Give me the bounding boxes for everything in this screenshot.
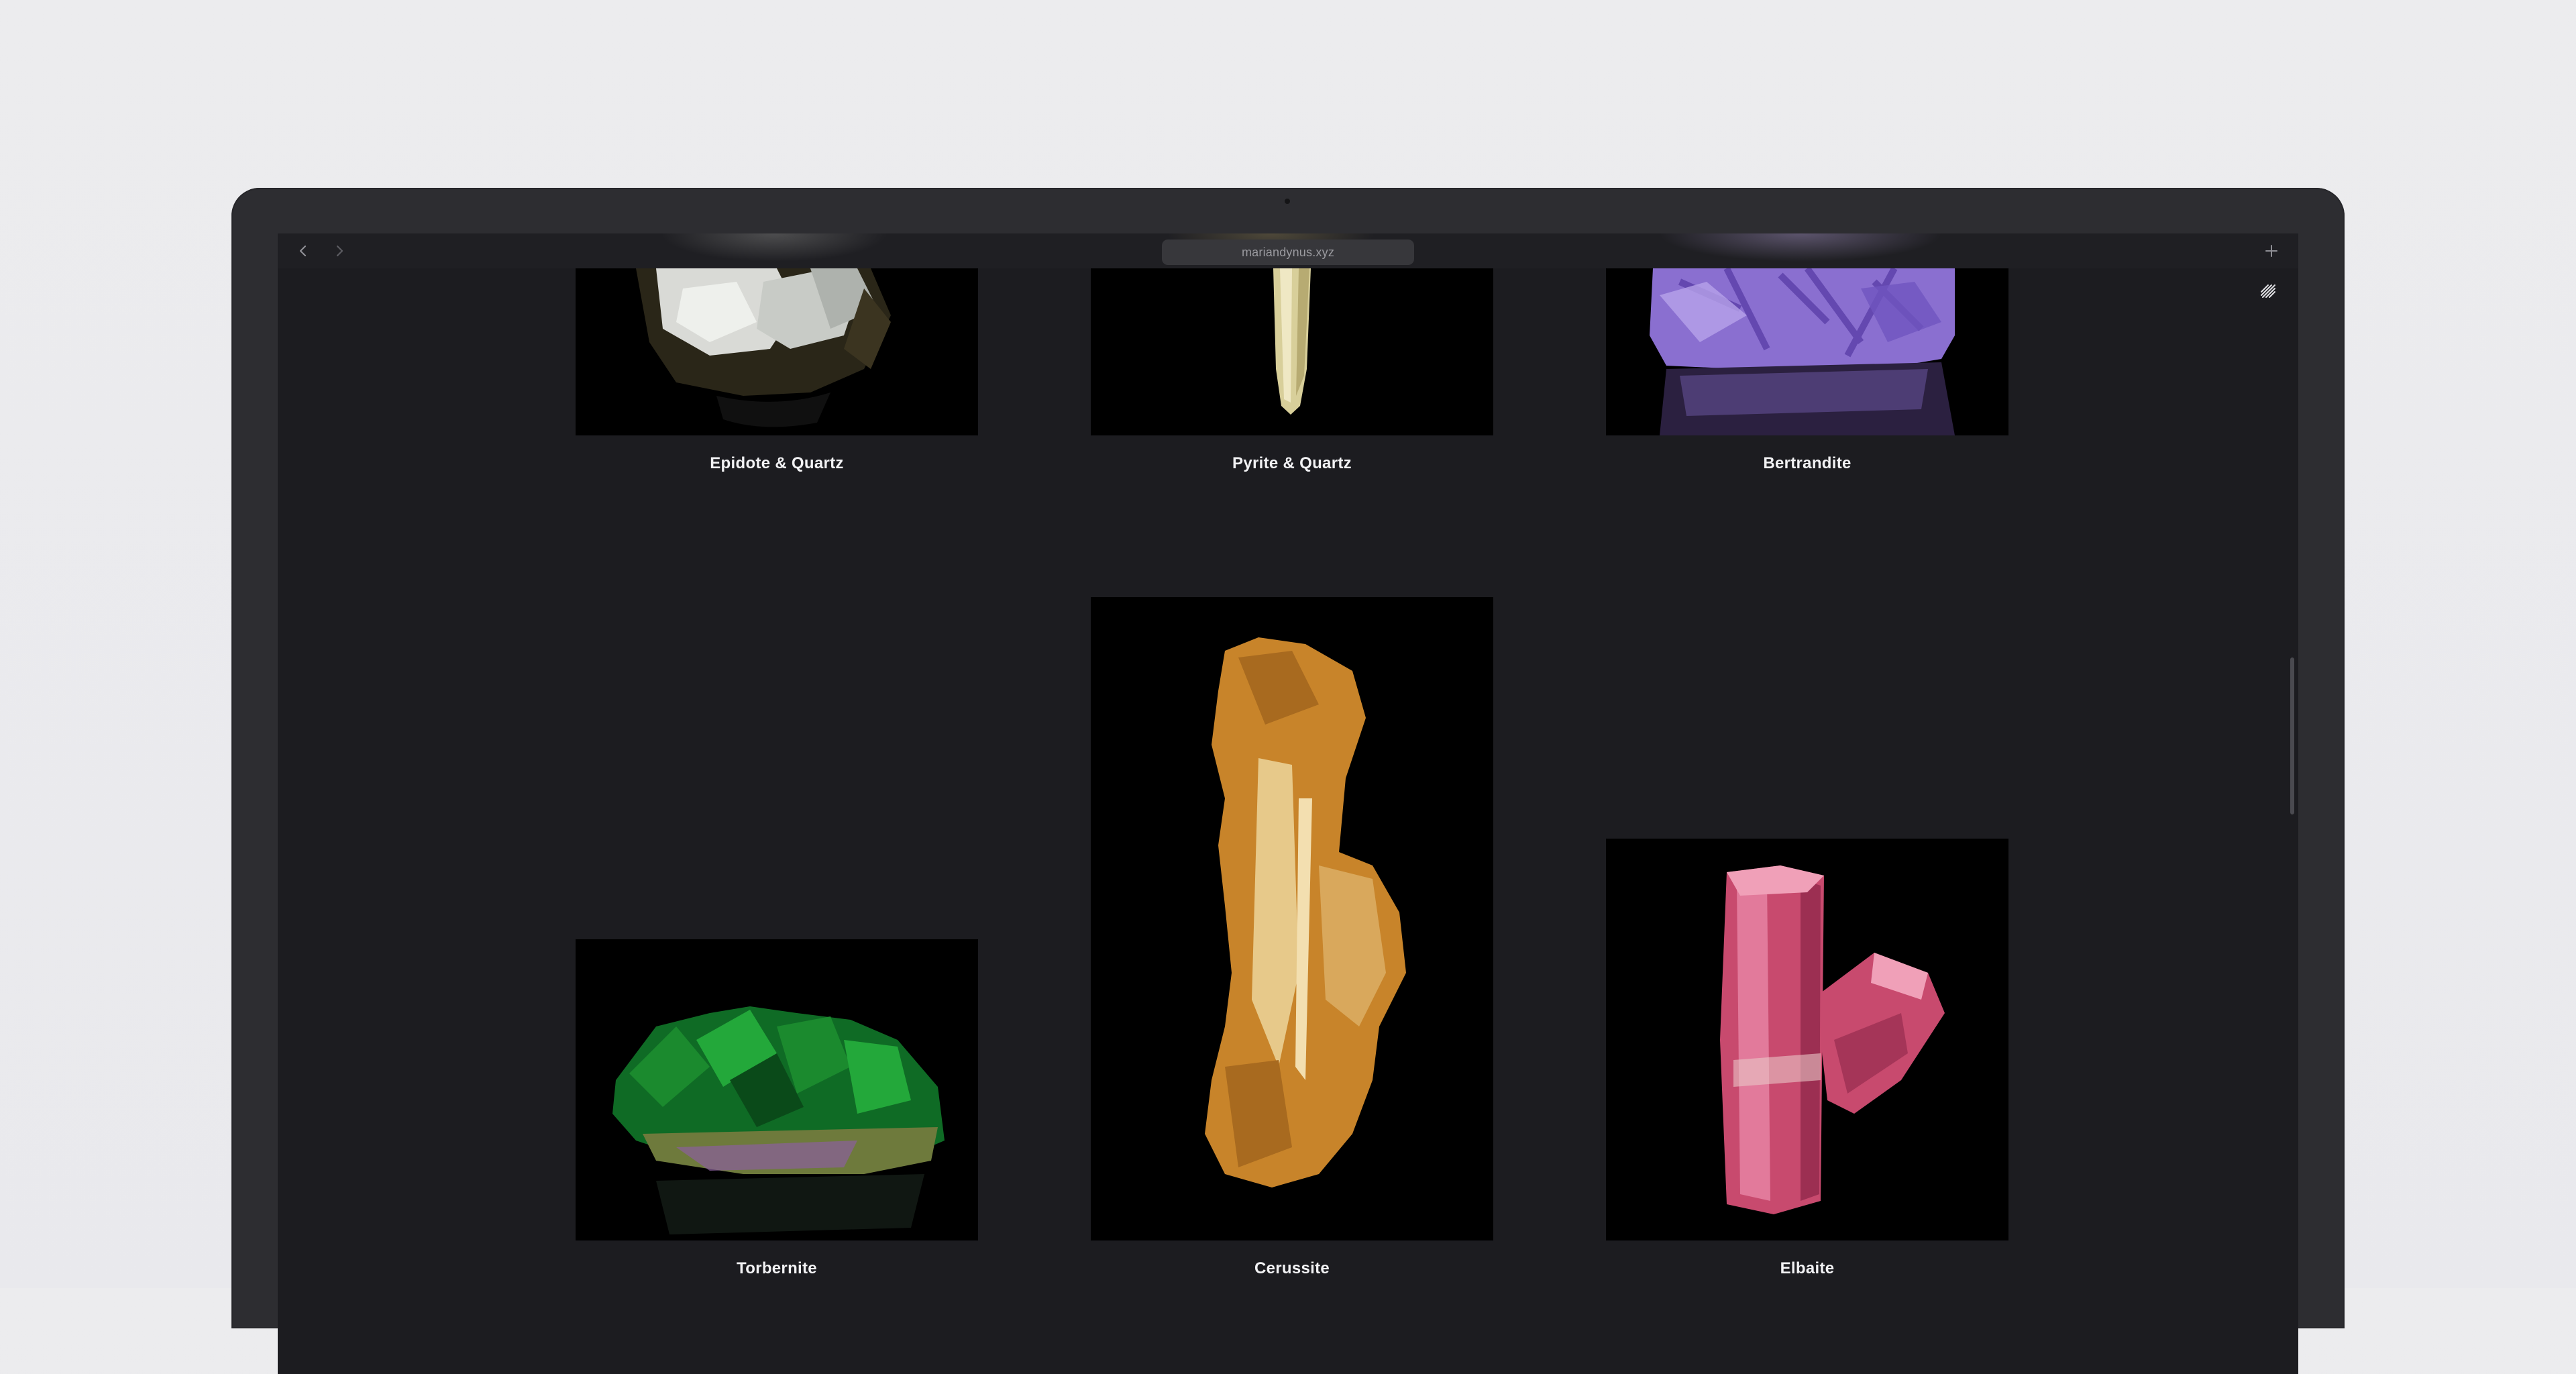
mineral-card-bertrandite[interactable]: Bertrandite	[1606, 268, 2008, 490]
address-bar[interactable]: mariandynus.xyz	[1162, 240, 1414, 265]
mineral-photo	[576, 268, 978, 435]
forward-button[interactable]	[329, 240, 350, 262]
mineral-card-pyrite-quartz[interactable]: Pyrite & Quartz	[1091, 268, 1493, 490]
gallery-page: Epidote & Quartz Pyrite & Quartz Bertran…	[278, 268, 2298, 1374]
mineral-name: Bertrandite	[1763, 454, 1851, 472]
mineral-card-elbaite[interactable]: Elbaite	[1606, 839, 2008, 1288]
striped-menu-icon	[2261, 284, 2275, 298]
browser-window: mariandynus.xyz Epidote & Quartz Pyrite …	[278, 233, 2298, 1374]
camera-dot	[1285, 199, 1290, 204]
mineral-name: Cerussite	[1254, 1259, 1330, 1277]
mineral-name: Torbernite	[737, 1259, 817, 1277]
mineral-photo	[1091, 597, 1493, 1240]
scrollbar-thumb[interactable]	[2290, 657, 2294, 814]
mineral-card-torbernite[interactable]: Torbernite	[576, 939, 978, 1288]
back-button[interactable]	[292, 240, 314, 262]
mineral-card-epidote-quartz[interactable]: Epidote & Quartz	[576, 268, 978, 490]
browser-toolbar: mariandynus.xyz	[278, 233, 2298, 268]
new-tab-button[interactable]	[2261, 240, 2282, 262]
address-text: mariandynus.xyz	[1241, 245, 1335, 259]
mineral-photo	[576, 939, 978, 1240]
mineral-photo	[1606, 839, 2008, 1240]
chevron-right-icon	[336, 245, 343, 257]
mineral-card-cerussite[interactable]: Cerussite	[1091, 597, 1493, 1288]
mineral-name: Elbaite	[1780, 1259, 1835, 1277]
mineral-name: Pyrite & Quartz	[1232, 454, 1352, 472]
mineral-photo	[1606, 268, 2008, 435]
chevron-left-icon	[299, 245, 307, 257]
mineral-photo	[1091, 268, 1493, 435]
menu-button[interactable]	[2257, 279, 2281, 303]
plus-icon	[2265, 245, 2277, 257]
laptop-bezel: mariandynus.xyz Epidote & Quartz Pyrite …	[231, 188, 2345, 1374]
mineral-name: Epidote & Quartz	[710, 454, 844, 472]
